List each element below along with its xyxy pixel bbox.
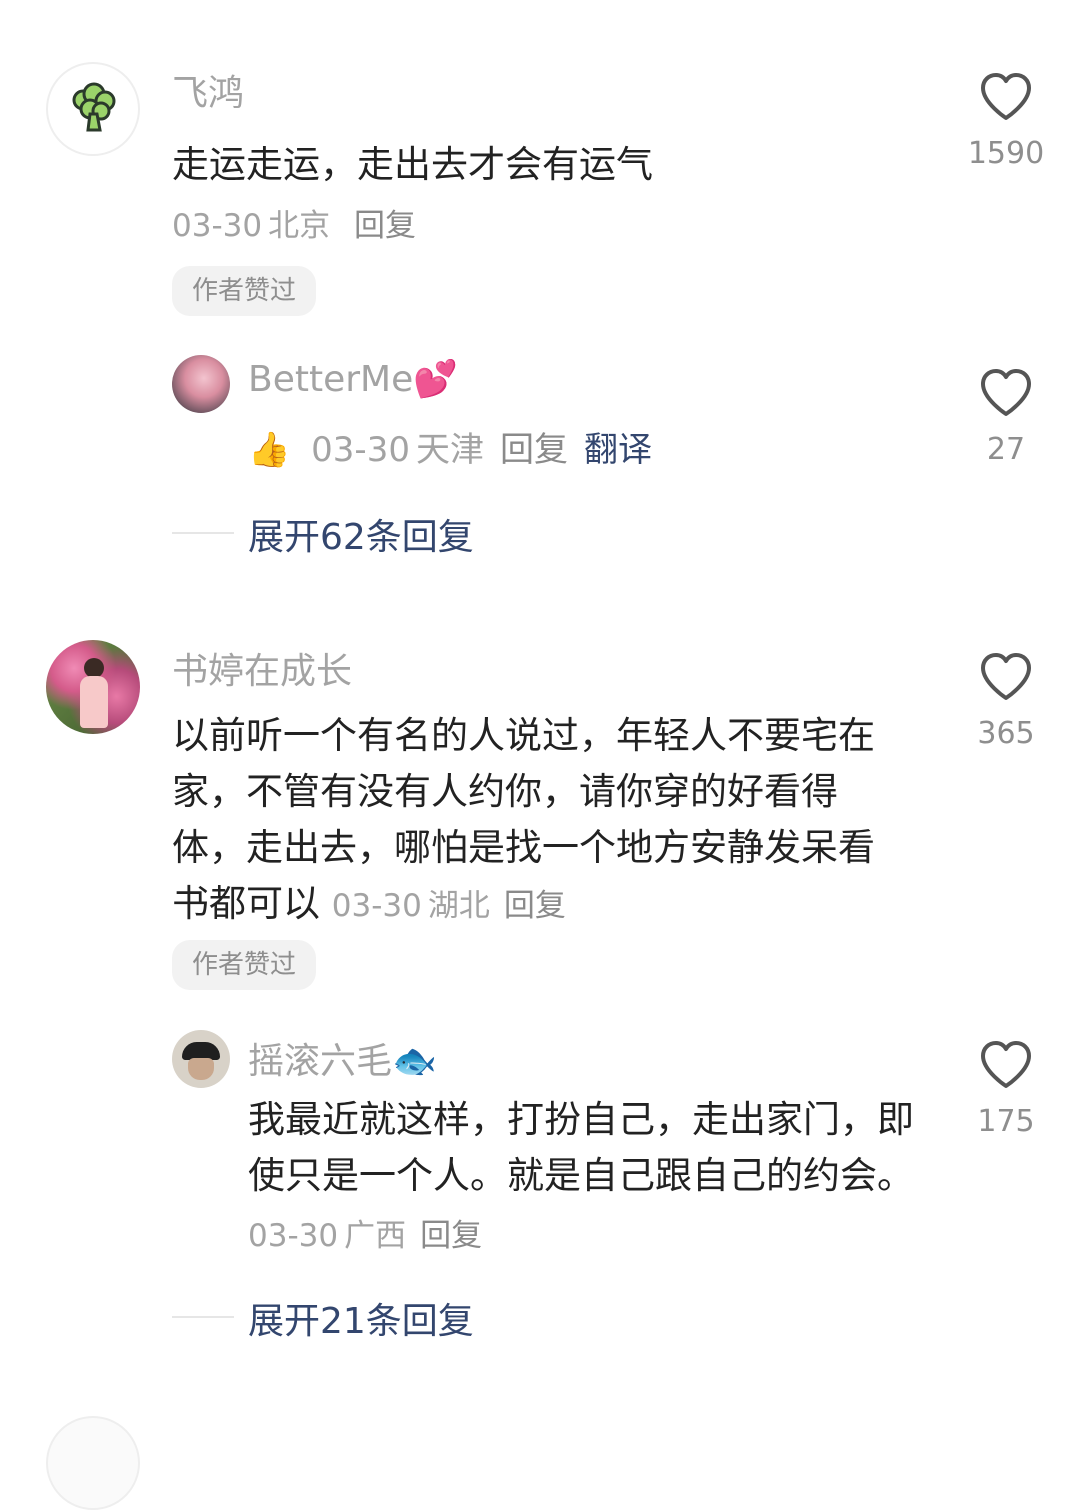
- reply-date: 03-30: [248, 1218, 339, 1254]
- like-button[interactable]: 365: [951, 652, 1061, 751]
- person-dress: [80, 676, 108, 728]
- comment-author[interactable]: 书婷在成长: [172, 642, 352, 694]
- fish-emoji: 🐟: [392, 1041, 437, 1082]
- reply-button[interactable]: 回复: [504, 888, 566, 924]
- comment-text: 以前听一个有名的人说过，年轻人不要宅在家，不管有没有人约你，请你穿的好看得体，走…: [172, 708, 894, 934]
- translate-button[interactable]: 翻译: [584, 430, 652, 470]
- reply-body: 👍 03-30 天津 回复 翻译: [248, 422, 652, 471]
- comment-meta: 03-30 湖北 回复: [332, 888, 580, 924]
- comment-text: 走运走运，走出去才会有运气: [172, 143, 653, 186]
- reply-text: 我最近就这样，打扮自己，走出家门，即使只是一个人。就是自己跟自己的约会。 03-…: [248, 1092, 920, 1264]
- heart-icon[interactable]: [979, 652, 1033, 702]
- divider: [172, 532, 234, 534]
- comment-location: 北京: [268, 208, 331, 244]
- reply-location: 天津: [415, 430, 484, 470]
- comment-date: 03-30: [331, 888, 422, 924]
- like-button[interactable]: 1590: [951, 72, 1061, 171]
- comment-meta: 03-30 北京 回复: [172, 200, 430, 245]
- reply-button[interactable]: 回复: [420, 1218, 482, 1254]
- expand-replies-button[interactable]: 展开21条回复: [248, 1292, 474, 1344]
- reply-author-name: BetterMe: [248, 359, 414, 400]
- reply-location: 广西: [344, 1218, 407, 1254]
- thumbs-up-emoji: 👍: [248, 430, 291, 470]
- heart-emoji: 💕: [413, 359, 459, 400]
- reply-avatar[interactable]: [172, 355, 230, 413]
- heart-icon[interactable]: [979, 1040, 1033, 1090]
- divider: [172, 1316, 234, 1318]
- comment-author[interactable]: 飞鸿: [172, 64, 244, 116]
- reply-author[interactable]: 摇滚六毛🐟: [248, 1032, 437, 1084]
- reply-author[interactable]: BetterMe💕: [248, 358, 458, 400]
- comment-location: 湖北: [427, 888, 490, 924]
- like-count: 27: [986, 432, 1026, 467]
- expand-replies-button[interactable]: 展开62条回复: [248, 508, 474, 560]
- reply-button[interactable]: 回复: [500, 430, 568, 470]
- heart-icon[interactable]: [979, 72, 1033, 122]
- author-liked-badge: 作者赞过: [172, 266, 317, 316]
- reply-author-name: 摇滚六毛: [248, 1041, 393, 1082]
- author-liked-badge: 作者赞过: [172, 940, 317, 990]
- comment-date: 03-30: [172, 208, 263, 244]
- like-count: 1590: [967, 136, 1045, 171]
- avatar[interactable]: [46, 62, 140, 156]
- reply-text-content: 我最近就这样，打扮自己，走出家门，即使只是一个人。就是自己跟自己的约会。: [248, 1098, 914, 1197]
- broccoli-icon: [72, 82, 116, 132]
- reply-avatar[interactable]: [172, 1030, 230, 1088]
- reply-meta: 03-30 广西 回复: [248, 1218, 496, 1254]
- like-button[interactable]: 175: [951, 1040, 1061, 1139]
- like-button[interactable]: 27: [951, 368, 1061, 467]
- like-count: 365: [977, 716, 1035, 751]
- avatar[interactable]: [46, 1416, 140, 1510]
- person-figure: [84, 658, 104, 678]
- face-shape: [188, 1058, 214, 1080]
- reply-date: 03-30: [311, 430, 410, 470]
- heart-icon[interactable]: [979, 368, 1033, 418]
- like-count: 175: [977, 1104, 1035, 1139]
- avatar[interactable]: [46, 640, 140, 734]
- reply-button[interactable]: 回复: [354, 208, 416, 244]
